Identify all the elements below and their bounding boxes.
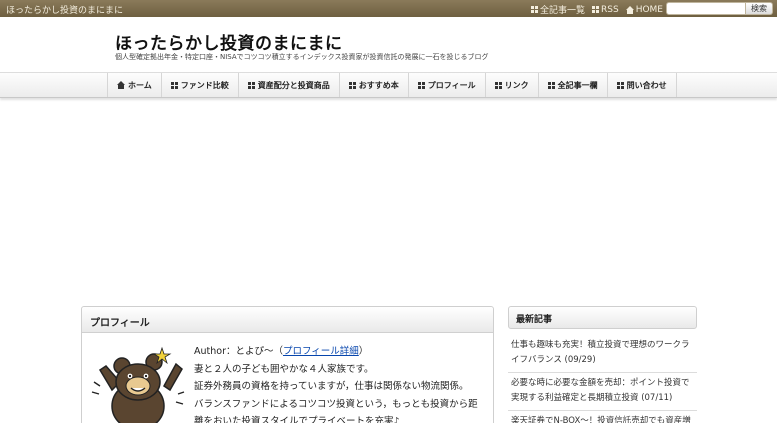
top-bar: ほったらかし投資のまにまに 全記事一覧 RSS HOME 検索: [0, 0, 777, 17]
nav-item-profile[interactable]: プロフィール: [409, 73, 486, 97]
site-description: 個人型確定拠出年金・特定口座・NISAでコツコツ積立するインデックス投資家が投資…: [115, 53, 489, 61]
profile-line: 妻と２人の子ども囲やかな４人家族です。: [194, 363, 374, 375]
home-icon: [625, 5, 634, 14]
grid-icon: [616, 81, 624, 89]
nav-item-contact[interactable]: 問い合わせ: [608, 73, 677, 97]
latest-post-item[interactable]: 必要な時に必要な金額を売却：ポイント投資で実現する利益確定と長期積立投資 (07…: [508, 373, 697, 411]
profile-line: 離をおいた投資スタイルでプライベートを充実♪: [194, 416, 400, 423]
site-title[interactable]: ほったらかし投資のまにまに: [115, 29, 343, 54]
nav-item-asset-allocation[interactable]: 資産配分と投資商品: [239, 73, 340, 97]
rss-link[interactable]: RSS: [592, 3, 619, 16]
grid-icon: [530, 6, 538, 13]
profile-line: 証券外務員の資格を持っていますが，仕事は関係ない物流関係。: [194, 381, 469, 392]
top-links: 全記事一覧 RSS HOME: [530, 3, 663, 16]
grid-icon: [494, 81, 502, 89]
bear-avatar-icon: [91, 346, 185, 423]
nav-item-fund-compare[interactable]: ファンド比較: [162, 73, 239, 97]
home-icon: [117, 81, 125, 89]
sidebar: 最新記事 仕事も趣味も充実！積立投資で理想のワークライフバランス (09/29)…: [508, 306, 697, 423]
grid-icon: [170, 81, 178, 89]
profile-box: プロフィール Author：とよぴ～（プロフィール詳細） 妻と２人の子ども囲やか…: [81, 306, 494, 423]
grid-icon: [348, 81, 356, 89]
nav-item-links[interactable]: リンク: [486, 73, 539, 97]
nav-item-all-articles[interactable]: 全記事一欄: [539, 73, 608, 97]
grid-icon: [247, 81, 255, 89]
search-button[interactable]: 検索: [746, 2, 773, 15]
grid-icon: [592, 6, 599, 13]
latest-post-item[interactable]: 楽天証券でN-BOX～！投資信託売却でも資産増: [508, 411, 697, 423]
profile-line: バランスファンドによるコツコツ投資という，もっとも投資から距: [194, 398, 478, 410]
search-form: 検索: [666, 2, 773, 15]
site-header: ほったらかし投資のまにまに 個人型確定拠出年金・特定口座・NISAでコツコツ積立…: [0, 17, 777, 73]
all-articles-link[interactable]: 全記事一覧: [530, 3, 585, 16]
profile-detail-link[interactable]: プロフィール詳細: [283, 346, 359, 357]
grid-icon: [547, 81, 555, 89]
author-line: Author：とよぴ～（プロフィール詳細）: [194, 346, 369, 357]
profile-text: Author：とよぴ～（プロフィール詳細） 妻と２人の子ども囲やかな４人家族です…: [194, 343, 490, 423]
top-site-name[interactable]: ほったらかし投資のまにまに: [6, 3, 123, 16]
grid-icon: [417, 81, 425, 89]
profile-heading: プロフィール: [82, 307, 493, 333]
latest-post-item[interactable]: 仕事も趣味も充実！積立投資で理想のワークライフバランス (09/29): [508, 335, 697, 373]
search-input[interactable]: [666, 2, 746, 15]
home-link[interactable]: HOME: [625, 3, 663, 16]
nav-item-home[interactable]: ホーム: [108, 73, 162, 97]
nav-item-books[interactable]: おすすめ本: [340, 73, 409, 97]
global-nav: ホーム ファンド比較 資産配分と投資商品 おすすめ本 プロフィール リンク 全記…: [0, 73, 777, 98]
latest-posts-list: 仕事も趣味も充実！積立投資で理想のワークライフバランス (09/29) 必要な時…: [508, 335, 697, 423]
latest-posts-heading: 最新記事: [508, 306, 697, 329]
